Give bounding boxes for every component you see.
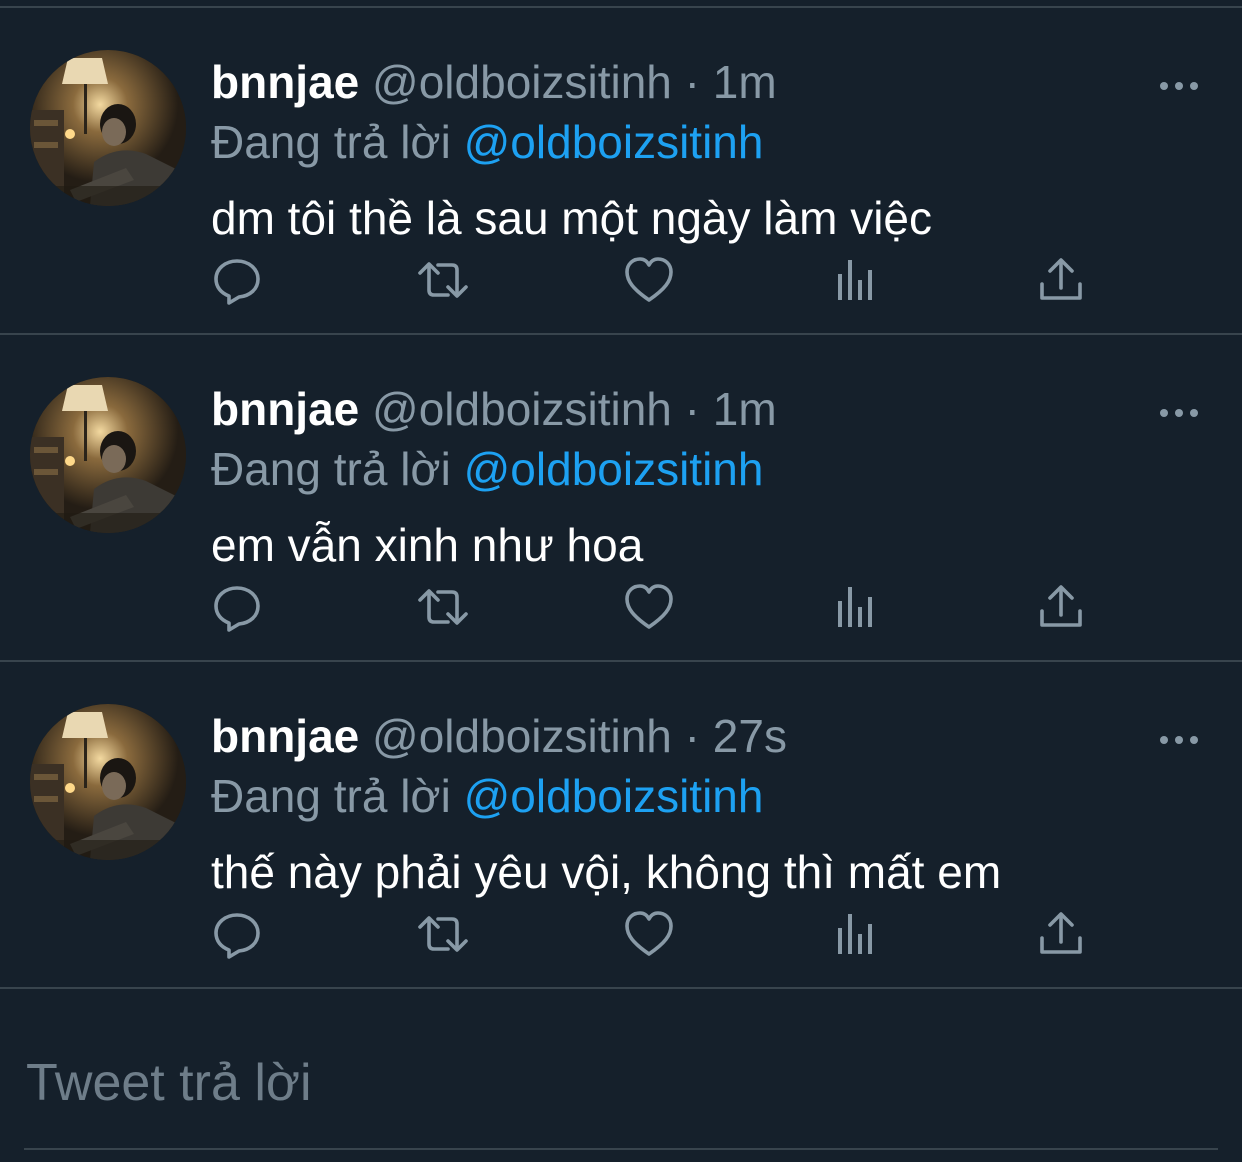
tweet-header: bnnjae @oldboizsitinh · 1m [211, 52, 777, 112]
tweet-text: thế này phải yêu vội, không thì mất em [211, 846, 1002, 898]
separator-dot: · [684, 56, 700, 108]
replying-to-label: Đang trả lời [211, 770, 451, 822]
share-icon[interactable] [1033, 252, 1089, 308]
like-icon[interactable] [621, 906, 677, 962]
more-options-icon[interactable] [1156, 395, 1202, 431]
retweet-icon[interactable] [415, 906, 471, 962]
like-icon[interactable] [621, 252, 677, 308]
avatar-photo [30, 377, 186, 533]
share-icon[interactable] [1033, 906, 1089, 962]
avatar-photo [30, 50, 186, 206]
avatar[interactable] [30, 704, 186, 860]
tweet-header: bnnjae @oldboizsitinh · 1m [211, 379, 777, 439]
retweet-icon[interactable] [415, 252, 471, 308]
replying-to-label: Đang trả lời [211, 116, 451, 168]
tweet-text: dm tôi thề là sau một ngày làm việc [211, 192, 932, 244]
avatar-photo [30, 704, 186, 860]
reply-input-underline [24, 1148, 1218, 1150]
replying-to-mention[interactable]: @oldboizsitinh [464, 770, 764, 822]
top-divider [0, 0, 1242, 8]
separator-dot: · [684, 710, 700, 762]
like-icon[interactable] [621, 579, 677, 635]
replying-to-mention[interactable]: @oldboizsitinh [464, 443, 764, 495]
reply-icon[interactable] [209, 906, 265, 962]
replying-to-label: Đang trả lời [211, 443, 451, 495]
more-options-icon[interactable] [1156, 68, 1202, 104]
reply-icon[interactable] [209, 579, 265, 635]
display-name[interactable]: bnnjae [211, 383, 359, 435]
replying-to: Đang trả lời @oldboizsitinh [211, 439, 763, 499]
timestamp[interactable]: 1m [713, 383, 777, 435]
more-options-icon[interactable] [1156, 722, 1202, 758]
tweet[interactable]: bnnjae @oldboizsitinh · 1m Đang trả lời … [0, 335, 1242, 662]
analytics-icon[interactable] [828, 906, 884, 962]
analytics-icon[interactable] [828, 252, 884, 308]
reply-input-placeholder[interactable]: Tweet trả lời [26, 1051, 312, 1115]
display-name[interactable]: bnnjae [211, 710, 359, 762]
replying-to-mention[interactable]: @oldboizsitinh [464, 116, 764, 168]
user-handle[interactable]: @oldboizsitinh [372, 383, 672, 435]
user-handle[interactable]: @oldboizsitinh [372, 710, 672, 762]
reply-composer[interactable]: Tweet trả lời [0, 1005, 1242, 1162]
tweet[interactable]: bnnjae @oldboizsitinh · 27s Đang trả lời… [0, 662, 1242, 989]
replying-to: Đang trả lời @oldboizsitinh [211, 766, 763, 826]
analytics-icon[interactable] [828, 579, 884, 635]
avatar[interactable] [30, 377, 186, 533]
timestamp[interactable]: 27s [713, 710, 787, 762]
tweet-text: em vẫn xinh như hoa [211, 519, 644, 571]
replying-to: Đang trả lời @oldboizsitinh [211, 112, 763, 172]
tweet-header: bnnjae @oldboizsitinh · 27s [211, 706, 787, 766]
avatar[interactable] [30, 50, 186, 206]
share-icon[interactable] [1033, 579, 1089, 635]
tweet[interactable]: bnnjae @oldboizsitinh · 1m Đang trả lời … [0, 8, 1242, 335]
retweet-icon[interactable] [415, 579, 471, 635]
display-name[interactable]: bnnjae [211, 56, 359, 108]
reply-icon[interactable] [209, 252, 265, 308]
timestamp[interactable]: 1m [713, 56, 777, 108]
user-handle[interactable]: @oldboizsitinh [372, 56, 672, 108]
separator-dot: · [684, 383, 700, 435]
